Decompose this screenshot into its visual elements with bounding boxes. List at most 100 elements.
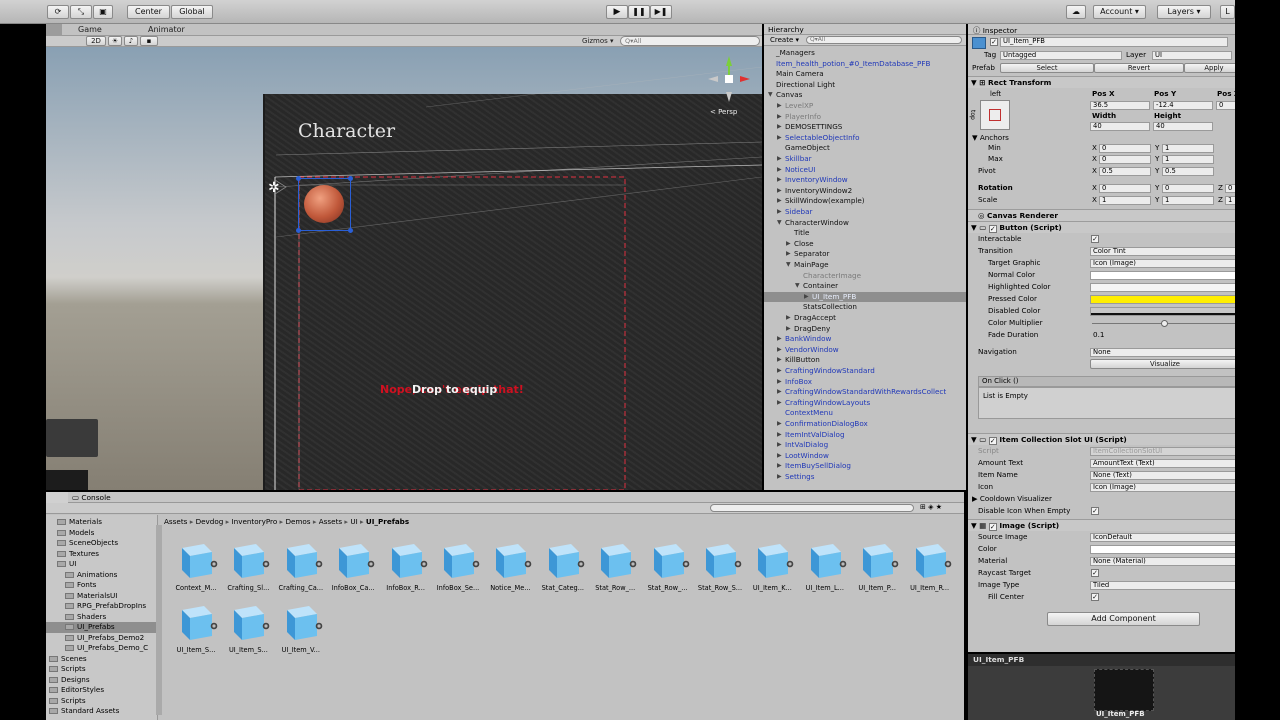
fill-center-checkbox[interactable]: ✓: [1091, 593, 1099, 601]
hierarchy-item[interactable]: Item_health_potion_#0_ItemDatabase_PFB: [764, 59, 966, 70]
transition-dropdown[interactable]: Color Tint: [1090, 246, 1235, 256]
effects-icon[interactable]: ▪: [140, 36, 158, 46]
expand-arrow-icon[interactable]: ▶: [777, 334, 782, 345]
hierarchy-item[interactable]: ▶ PlayerInfo: [764, 112, 966, 123]
folder-item[interactable]: UI_Prefabs: [46, 622, 156, 633]
folder-item[interactable]: Scenes: [46, 654, 156, 665]
folder-item[interactable]: RPG_PrefabDropIns: [46, 601, 156, 612]
hierarchy-item[interactable]: ▶ LootWindow: [764, 451, 966, 462]
min-x-field[interactable]: 0: [1099, 143, 1151, 153]
expand-arrow-icon[interactable]: ▶: [777, 419, 782, 430]
fade-duration-value[interactable]: 0.1: [1093, 329, 1104, 341]
folder-item[interactable]: Scripts: [46, 696, 156, 707]
hierarchy-item[interactable]: Title: [764, 228, 966, 239]
prefab-asset[interactable]: UI_Item_S...: [222, 602, 274, 660]
hierarchy-item[interactable]: ▶ Close: [764, 239, 966, 250]
expand-arrow-icon[interactable]: ▶: [777, 165, 782, 176]
rotate-tool-icon[interactable]: ⟳: [47, 5, 69, 19]
expand-arrow-icon[interactable]: ▶: [777, 451, 782, 462]
tab-game[interactable]: Game: [72, 24, 108, 36]
expand-arrow-icon[interactable]: ▶: [777, 175, 782, 186]
prefab-asset[interactable]: UI_Item_S...: [170, 602, 222, 660]
expand-arrow-icon[interactable]: ▶: [777, 461, 782, 472]
image-script-header[interactable]: ▼ ▦ ✓ Image (Script): [968, 519, 1235, 531]
play-button[interactable]: ▶: [606, 5, 628, 19]
lighting-icon[interactable]: ☀: [108, 36, 122, 46]
hierarchy-item[interactable]: ▼ Canvas: [764, 90, 966, 101]
hierarchy-item[interactable]: ▶ ConfirmationDialogBox: [764, 419, 966, 430]
breadcrumb-item[interactable]: Devdog: [196, 517, 224, 526]
hierarchy-item[interactable]: ▶ SkillWindow(example): [764, 196, 966, 207]
step-button[interactable]: ▶❚: [650, 5, 672, 19]
rotation-y-field[interactable]: 0: [1162, 183, 1214, 193]
disable-icon-checkbox[interactable]: ✓: [1091, 507, 1099, 515]
image-type-dropdown[interactable]: Tiled: [1090, 580, 1235, 590]
amount-text-field[interactable]: AmountText (Text): [1090, 458, 1235, 468]
prefab-asset[interactable]: UI_Item_K...: [746, 540, 798, 598]
scene-orientation-gizmo-icon[interactable]: [706, 54, 752, 104]
hierarchy-item[interactable]: ▶ Separator: [764, 249, 966, 260]
hierarchy-item[interactable]: ▶ SelectableObjectInfo: [764, 133, 966, 144]
hierarchy-item[interactable]: CharacterImage: [764, 271, 966, 282]
folder-item[interactable]: Standard Assets: [46, 706, 156, 717]
expand-arrow-icon[interactable]: ▶: [777, 101, 782, 112]
expand-arrow-icon[interactable]: ▶: [777, 430, 782, 441]
project-search-input[interactable]: [710, 504, 914, 512]
pos-x-field[interactable]: 36.5: [1090, 100, 1150, 110]
expand-arrow-icon[interactable]: ▼: [795, 281, 800, 292]
normal-color-swatch[interactable]: [1090, 270, 1235, 280]
folder-item[interactable]: Textures: [46, 549, 156, 560]
handle-bl[interactable]: [296, 228, 301, 233]
object-name-field[interactable]: UI_Item_PFB: [1000, 37, 1228, 47]
folder-item[interactable]: EditorStyles: [46, 685, 156, 696]
prefab-revert-button[interactable]: Revert: [1094, 63, 1184, 73]
image-color-swatch[interactable]: [1090, 544, 1235, 554]
hierarchy-item[interactable]: ▶ VendorWindow: [764, 345, 966, 356]
pos-y-field[interactable]: -12.4: [1153, 100, 1213, 110]
hierarchy-item[interactable]: ▶ BankWindow: [764, 334, 966, 345]
hierarchy-item[interactable]: GameObject: [764, 143, 966, 154]
prefab-asset[interactable]: Context_M...: [170, 540, 222, 598]
prefab-asset[interactable]: Stat_Row_S...: [694, 540, 746, 598]
hierarchy-search-input[interactable]: Q▾All: [806, 36, 962, 44]
expand-arrow-icon[interactable]: ▼: [777, 218, 782, 229]
tab-animator[interactable]: Animator: [142, 24, 191, 36]
gizmos-dropdown[interactable]: Gizmos ▾: [582, 37, 614, 45]
hierarchy-item[interactable]: ▼ Container: [764, 281, 966, 292]
hierarchy-item[interactable]: ▶ Skillbar: [764, 154, 966, 165]
prefab-apply-button[interactable]: Apply: [1184, 63, 1235, 73]
canvas-renderer-header[interactable]: ◎ Canvas Renderer: [968, 209, 1235, 221]
hierarchy-item[interactable]: ▶ LevelXP: [764, 101, 966, 112]
navigation-dropdown[interactable]: None: [1090, 347, 1235, 357]
folder-item[interactable]: UI: [46, 559, 156, 570]
scene-tab-stub[interactable]: [46, 24, 62, 36]
pivot-x-field[interactable]: 0.5: [1099, 166, 1151, 176]
prefab-select-button[interactable]: Select: [1000, 63, 1094, 73]
expand-arrow-icon[interactable]: ▼: [786, 260, 791, 271]
cloud-icon[interactable]: ☁: [1066, 5, 1086, 19]
rotation-z-field[interactable]: 0: [1225, 183, 1235, 193]
expand-arrow-icon[interactable]: ▶: [777, 377, 782, 388]
active-checkbox[interactable]: ✓: [990, 38, 998, 46]
max-y-field[interactable]: 1: [1162, 154, 1214, 164]
breadcrumb-item[interactable]: Demos: [285, 517, 310, 526]
prefab-asset[interactable]: Crafting_Sl...: [222, 540, 274, 598]
expand-arrow-icon[interactable]: ▶: [777, 112, 782, 123]
breadcrumb-item[interactable]: Assets: [319, 517, 342, 526]
layer-dropdown[interactable]: UI: [1152, 50, 1232, 60]
hierarchy-item[interactable]: ▶ Settings: [764, 472, 966, 483]
expand-arrow-icon[interactable]: ▶: [777, 122, 782, 133]
expand-arrow-icon[interactable]: ▶: [786, 324, 791, 335]
expand-arrow-icon[interactable]: ▶: [777, 196, 782, 207]
expand-arrow-icon[interactable]: ▶: [777, 207, 782, 218]
hierarchy-item[interactable]: ▶ CraftingWindowStandard: [764, 366, 966, 377]
hierarchy-item[interactable]: ▶ ItemIntValDialog: [764, 430, 966, 441]
folder-item[interactable]: UI_Prefabs_Demo2: [46, 633, 156, 644]
expand-arrow-icon[interactable]: ▶: [777, 398, 782, 409]
hierarchy-item[interactable]: ▶ InventoryWindow2: [764, 186, 966, 197]
hierarchy-item[interactable]: ▶ DEMOSETTINGS: [764, 122, 966, 133]
breadcrumb-item[interactable]: UI_Prefabs: [366, 517, 409, 526]
hierarchy-item[interactable]: ▶ InventoryWindow: [764, 175, 966, 186]
project-tab[interactable]: [46, 492, 68, 503]
scene-search-input[interactable]: Q▾All: [620, 36, 760, 46]
